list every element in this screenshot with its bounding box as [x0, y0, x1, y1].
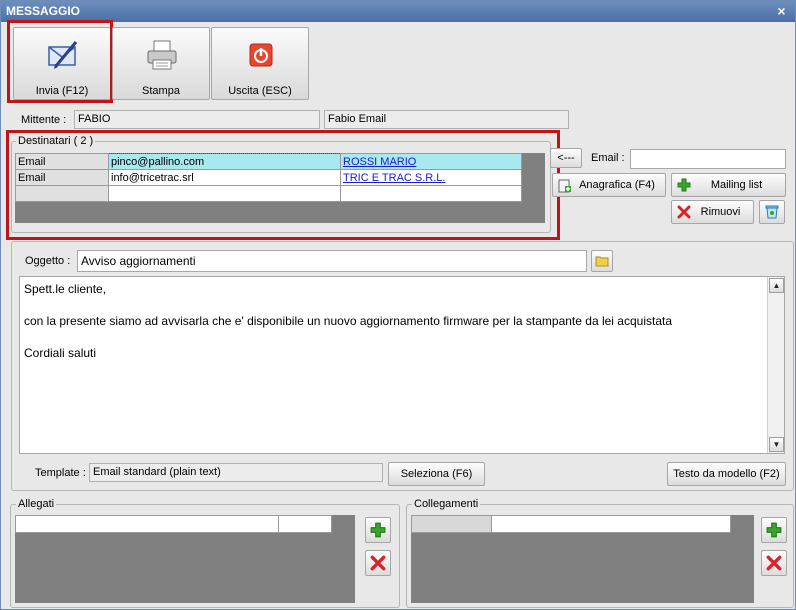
exit-button[interactable]: Uscita (ESC) — [211, 27, 309, 100]
add-plus-icon — [370, 522, 386, 538]
power-icon — [249, 43, 273, 67]
message-body[interactable]: Spett.le cliente, con la presente siamo … — [19, 276, 785, 454]
recycle-bin-icon — [765, 205, 779, 219]
template-field: Email standard (plain text) — [89, 463, 383, 482]
scroll-up-icon[interactable]: ▲ — [769, 278, 784, 293]
send-highlight — [7, 20, 113, 103]
delete-x-icon — [370, 555, 386, 571]
remove-link-button[interactable] — [761, 550, 787, 576]
print-button[interactable]: Stampa — [112, 27, 210, 100]
sender-name-field: FABIO — [74, 110, 320, 129]
links-header-row — [411, 515, 731, 533]
column-divider — [278, 516, 279, 532]
remove-button[interactable]: Rimuovi — [671, 200, 754, 224]
email-input[interactable] — [630, 149, 786, 169]
scroll-down-icon[interactable]: ▼ — [769, 437, 784, 452]
close-button[interactable]: × — [774, 4, 789, 19]
sender-account-field: Fabio Email — [324, 110, 569, 129]
mailing-list-label: Mailing list — [710, 179, 763, 191]
subject-folder-button[interactable] — [591, 250, 613, 272]
body-line: Cordiali saluti — [24, 346, 97, 360]
select-template-button[interactable]: Seleziona (F6) — [388, 462, 485, 486]
add-plus-icon — [766, 522, 782, 538]
subject-label: Oggetto : — [25, 255, 71, 267]
add-attachment-button[interactable] — [365, 517, 391, 543]
add-link-button[interactable] — [761, 517, 787, 543]
links-header-cell — [412, 516, 492, 532]
sender-label: Mittente : — [21, 114, 67, 126]
recycle-bin-button[interactable] — [759, 200, 785, 224]
add-email-arrow-button[interactable]: <--- — [550, 148, 582, 168]
remove-label: Rimuovi — [700, 206, 741, 218]
body-line: con la presente siamo ad avvisarla che e… — [24, 314, 672, 328]
anagrafica-button[interactable]: Anagrafica (F4) — [552, 173, 666, 197]
template-label: Template : — [35, 467, 86, 479]
mailing-list-button[interactable]: Mailing list — [671, 173, 786, 197]
add-plus-icon — [677, 178, 691, 192]
anagrafica-label: Anagrafica (F4) — [579, 179, 655, 191]
delete-x-icon — [677, 205, 691, 219]
address-book-icon — [558, 179, 571, 193]
subject-input[interactable]: Avviso aggiornamenti — [77, 250, 587, 272]
links-title: Collegamenti — [412, 498, 481, 510]
folder-icon — [595, 256, 609, 267]
email-label: Email : — [591, 152, 625, 164]
delete-x-icon — [766, 555, 782, 571]
window-title: MESSAGGIO — [6, 4, 81, 18]
attachments-header-row — [15, 515, 332, 533]
template-text-button[interactable]: Testo da modello (F2) — [667, 462, 786, 486]
body-scrollbar[interactable]: ▲ ▼ — [767, 277, 784, 453]
body-line: Spett.le cliente, — [24, 282, 107, 296]
recipients-highlight — [6, 130, 560, 240]
printer-icon — [147, 40, 177, 70]
close-icon: × — [777, 3, 786, 19]
message-window: MESSAGGIO × Invia (F12) Stampa Uscita (E… — [0, 0, 796, 610]
print-button-label: Stampa — [142, 85, 180, 97]
remove-attachment-button[interactable] — [365, 550, 391, 576]
title-bar: MESSAGGIO × — [1, 1, 795, 22]
attachments-title: Allegati — [16, 498, 57, 510]
exit-button-label: Uscita (ESC) — [228, 85, 292, 97]
